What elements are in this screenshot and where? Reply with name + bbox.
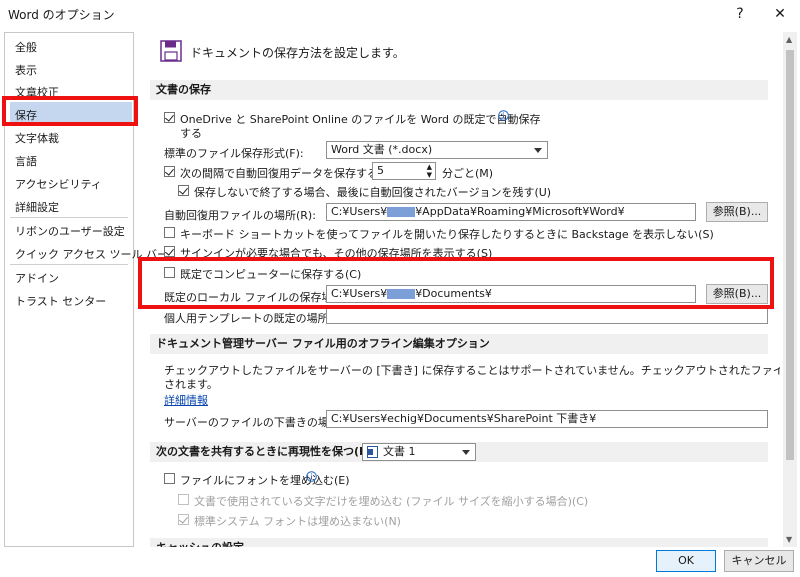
browse-autorecover-button[interactable]: 参照(B)... [706,202,768,222]
autorecover-location-input[interactable]: C:¥Users¥ ¥AppData¥Roaming¥Microsoft¥Word… [326,203,696,221]
show-additional-places-checkbox[interactable] [164,246,175,257]
chevron-down-icon [462,450,470,455]
autorecover-minutes-value: 5 [377,164,384,177]
nav-item-trust-center[interactable]: トラスト センター [15,293,106,309]
default-format-select[interactable]: Word 文書 (*.docx) [326,141,548,159]
scroll-down-icon[interactable]: ▼ [786,535,792,544]
embed-used-chars-checkbox[interactable] [178,494,189,505]
embed-used-chars-label: 文書で使用されている文字だけを埋め込む (ファイル サイズを縮小する場合)(C) [194,495,589,508]
nav-item-typography[interactable]: 文字体裁 [15,130,59,146]
no-common-fonts-checkbox[interactable] [178,514,189,525]
autorecover-checkbox[interactable] [164,166,175,177]
nav-item-display[interactable]: 表示 [15,62,37,78]
section-header-cache: キャッシュの設定 [150,538,768,547]
word-doc-icon [367,446,378,458]
keep-last-autorecovered-label: 保存しないで終了する場合、最後に自動回復されたバージョンを残す(U) [194,186,552,199]
embed-fonts-checkbox[interactable] [164,473,175,484]
nav-item-general[interactable]: 全般 [15,39,37,55]
close-button[interactable]: ✕ [762,2,798,26]
offline-description-cont: されます。 [164,378,218,391]
chevron-down-icon [534,148,542,153]
window-title: Word のオプション [8,8,115,22]
server-drafts-input[interactable]: C:¥Users¥echig¥Documents¥SharePoint 下書き¥ [326,410,768,428]
nav-divider [10,264,128,265]
title-bar: Word のオプション ? ✕ [0,0,800,28]
onedrive-autosave-label-cont: する [180,127,202,140]
scrollbar-thumb[interactable] [786,50,794,460]
more-info-link[interactable]: 詳細情報 [164,392,208,408]
nav-item-advanced[interactable]: 詳細設定 [15,199,59,215]
page-title: ドキュメントの保存方法を設定します。 [190,46,405,60]
section-header-offline-editing: ドキュメント管理サーバー ファイル用のオフライン編集オプション [150,334,768,354]
onedrive-autosave-checkbox[interactable] [164,112,175,123]
autorecover-minutes-spinner[interactable]: 5 ▲ ▼ [372,162,436,180]
options-scrollbar[interactable]: ▲ ▼ [783,32,797,547]
help-button[interactable]: ? [722,2,758,26]
redacted-username [387,207,416,217]
onedrive-autosave-label: OneDrive と SharePoint Online のファイルを Word… [180,113,541,126]
info-icon[interactable] [498,110,509,121]
spinner-arrows-icon[interactable]: ▲ ▼ [427,163,432,179]
default-format-label: 標準のファイル保存形式(F): [164,147,304,160]
annotation-highlight-local-save [138,257,774,309]
no-common-fonts-label: 標準システム フォントは埋め込まない(N) [194,515,401,528]
save-floppy-icon [160,40,182,62]
info-icon[interactable] [306,471,317,482]
offline-description: チェックアウトしたファイルをサーバーの [下書き] に保存することはサポートされ… [164,364,780,377]
nav-item-language[interactable]: 言語 [15,153,37,169]
nav-item-accessibility[interactable]: アクセシビリティ [15,176,102,192]
fidelity-document-value: 文書 1 [383,445,416,458]
nav-item-customize-ribbon[interactable]: リボンのユーザー設定 [15,223,125,239]
nav-divider [10,217,128,218]
hide-backstage-checkbox[interactable] [164,227,175,238]
nav-item-addins[interactable]: アドイン [15,270,59,286]
fidelity-document-select[interactable]: 文書 1 [362,443,476,461]
section-header-save-documents: 文書の保存 [150,80,768,100]
embed-fonts-label: ファイルにフォントを埋め込む(E) [180,474,350,487]
annotation-highlight-save-nav [2,96,138,126]
autorecover-location-label: 自動回復用ファイルの場所(R): [164,209,316,222]
autorecover-location-prefix: C:¥Users¥ [331,205,388,218]
autorecover-label: 次の間隔で自動回復用データを保存する(A): [180,167,398,180]
autorecover-unit-label: 分ごと(M) [442,167,494,180]
default-format-value: Word 文書 (*.docx) [331,143,433,156]
autorecover-location-suffix: ¥AppData¥Roaming¥Microsoft¥Word¥ [415,205,625,218]
hide-backstage-label: キーボード ショートカットを使ってファイルを開いたり保存したりするときに Bac… [180,228,714,241]
template-location-label: 個人用テンプレートの既定の場所(T): [164,312,348,325]
scroll-up-icon[interactable]: ▲ [786,35,792,44]
keep-last-autorecovered-checkbox[interactable] [178,185,189,196]
cancel-button[interactable]: キャンセル [724,550,794,572]
ok-button[interactable]: OK [656,550,716,572]
